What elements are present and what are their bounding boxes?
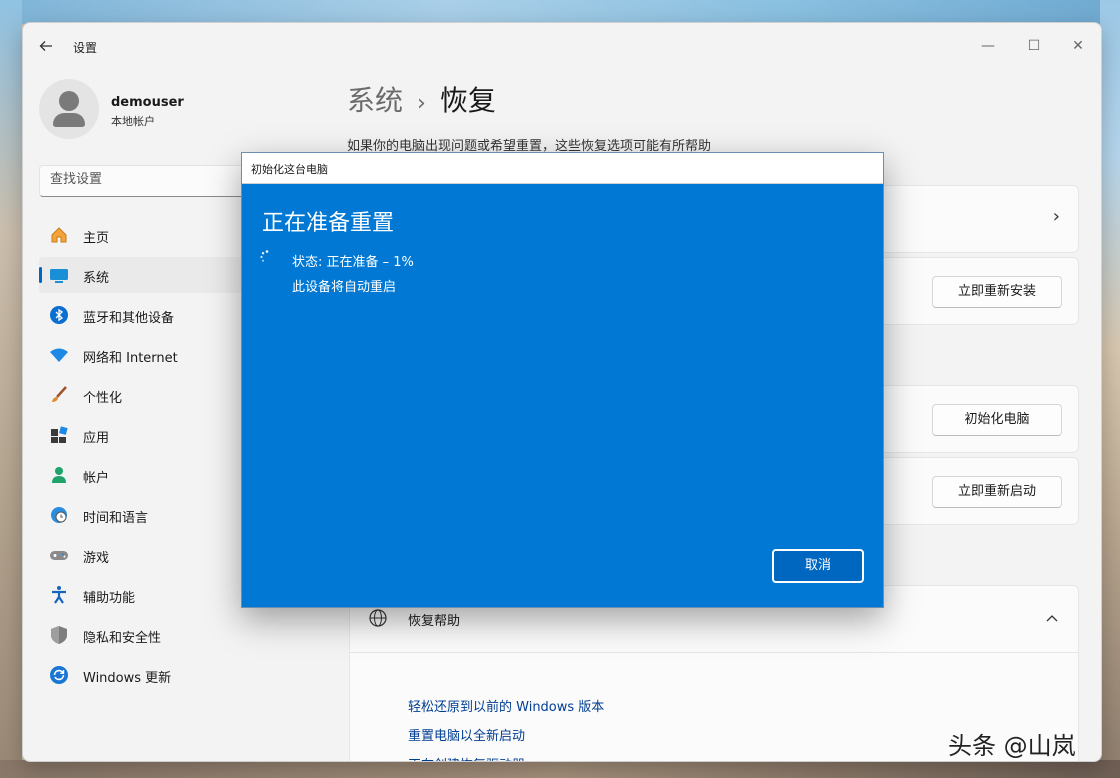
apps-icon (51, 426, 68, 443)
accessibility-icon (52, 586, 66, 604)
chevron-right-icon: › (1052, 206, 1060, 227)
shield-icon (51, 626, 67, 644)
bluetooth-icon (50, 306, 68, 324)
breadcrumb: 系统 › 恢复 (347, 79, 496, 119)
reset-status-text: 状态: 正在准备 – 1% (292, 255, 414, 270)
sidebar-item-label: 个性化 (83, 391, 123, 406)
avatar (39, 79, 99, 139)
sidebar-item-label: 帐户 (83, 471, 110, 486)
cancel-button[interactable]: 取消 (772, 549, 864, 583)
brush-icon (52, 386, 67, 402)
dialog-title: 初始化这台电脑 (251, 163, 328, 176)
reset-pc-dialog: 初始化这台电脑 正在准备重置 状态: 正在准备 – 1% 此设备将自动重启 取消 (241, 152, 884, 608)
wifi-icon (50, 348, 68, 362)
wallpaper-sky (0, 0, 1120, 24)
help-link-rollback[interactable]: 轻松还原到以前的 Windows 版本 (408, 696, 604, 715)
gamepad-icon (50, 551, 68, 560)
sidebar-item-windows-update[interactable]: Windows 更新 (39, 657, 339, 693)
sidebar-item-label: 主页 (83, 231, 110, 246)
dialog-title-bar: 初始化这台电脑 (242, 153, 883, 184)
dialog-heading: 正在准备重置 (262, 211, 395, 236)
account-icon (52, 467, 66, 483)
app-title: 设置 (73, 41, 98, 55)
username: demouser (111, 95, 184, 110)
sidebar-item-label: 系统 (83, 271, 110, 286)
globe-clock-icon (51, 507, 67, 523)
spinner-icon (260, 250, 269, 262)
home-icon (51, 227, 67, 243)
help-link-recovery-drive[interactable]: 正在创建恢复驱动器 (408, 754, 525, 761)
maximize-button[interactable]: ☐ (1011, 31, 1057, 61)
sidebar-item-privacy[interactable]: 隐私和安全性 (39, 617, 339, 653)
breadcrumb-parent[interactable]: 系统 (347, 84, 403, 117)
sidebar-item-label: 时间和语言 (83, 511, 149, 526)
sidebar-item-label: Windows 更新 (83, 671, 172, 686)
wallpaper-left (0, 0, 22, 778)
page-title: 恢复 (439, 84, 496, 117)
wallpaper-bottom (0, 760, 1120, 778)
watermark: 头条 @山岚 (948, 732, 1076, 760)
title-bar: 设置 — ☐ ✕ (23, 23, 1101, 69)
help-link-reset-fresh[interactable]: 重置电脑以全新启动 (408, 725, 525, 744)
sidebar-item-label: 游戏 (83, 551, 110, 566)
back-button[interactable] (35, 35, 57, 57)
sidebar-item-label: 隐私和安全性 (83, 631, 162, 646)
sidebar-item-label: 辅助功能 (83, 591, 136, 606)
update-icon (50, 666, 68, 684)
system-icon (50, 269, 68, 283)
globe-icon (369, 609, 387, 627)
minimize-button[interactable]: — (965, 31, 1011, 61)
sidebar-item-label: 蓝牙和其他设备 (83, 311, 175, 326)
chevron-up-icon (1046, 615, 1058, 622)
wallpaper-right (1100, 0, 1120, 778)
close-button[interactable]: ✕ (1055, 31, 1101, 61)
restart-now-button[interactable]: 立即重新启动 (932, 476, 1062, 508)
auto-restart-note: 此设备将自动重启 (292, 280, 397, 295)
breadcrumb-separator-icon: › (417, 91, 426, 116)
sidebar-item-label: 网络和 Internet (83, 351, 178, 366)
account-type: 本地帐户 (111, 115, 155, 128)
reset-pc-button[interactable]: 初始化电脑 (932, 404, 1062, 436)
sidebar-item-label: 应用 (83, 431, 110, 446)
back-arrow-icon (39, 41, 52, 51)
recovery-help-title: 恢复帮助 (408, 614, 461, 629)
reinstall-now-button[interactable]: 立即重新安装 (932, 276, 1062, 308)
